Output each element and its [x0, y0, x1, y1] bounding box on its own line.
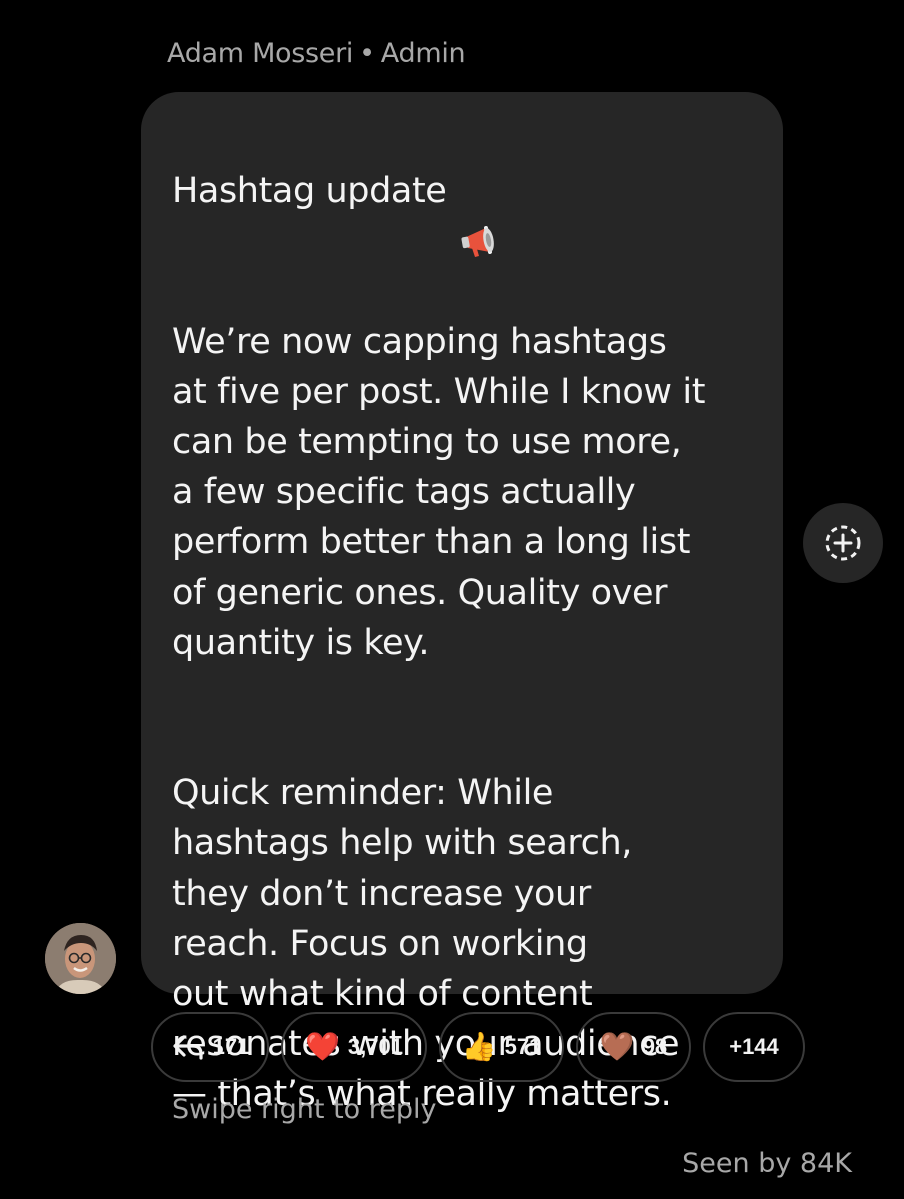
swipe-reply-hint: Swipe right to reply	[172, 1094, 437, 1125]
message-bubble[interactable]: Hashtag update We’re now capping hashtag…	[141, 92, 783, 1114]
sender-header: Adam Mosseri • Admin	[167, 38, 466, 69]
more-reactions-label: +144	[729, 1034, 779, 1059]
megaphone-icon	[460, 173, 504, 257]
sender-role: Admin	[380, 38, 466, 69]
seen-by-count[interactable]: Seen by 84K	[682, 1148, 852, 1179]
separator-dot: •	[359, 38, 375, 69]
brown-heart-reaction-pill[interactable]: 🤎 98	[576, 1012, 691, 1082]
message-paragraph-1: We’re now capping hashtags at five per p…	[172, 321, 706, 663]
thumbs-up-count: 571	[504, 1034, 542, 1059]
message-title-line: Hashtag update	[172, 166, 763, 257]
red-heart-icon: ❤️	[305, 1031, 340, 1062]
message-title: Hashtag update	[172, 171, 447, 212]
heart-reaction-pill[interactable]: ❤️ 3,701	[281, 1012, 427, 1082]
heart-count: 3,701	[347, 1034, 403, 1059]
reaction-bar: 171 ❤️ 3,701 👍 571 🤎 98 +144	[151, 1012, 805, 1082]
brown-heart-count: 98	[642, 1034, 668, 1059]
replies-pill[interactable]: 171	[151, 1012, 269, 1082]
brown-heart-icon: 🤎	[599, 1031, 635, 1062]
more-reactions-pill[interactable]: +144	[703, 1012, 805, 1082]
replies-count: 171	[212, 1034, 250, 1059]
add-reaction-icon	[825, 525, 861, 561]
reply-arrow-icon	[173, 1035, 203, 1060]
thumbs-up-reaction-pill[interactable]: 👍 571	[439, 1012, 564, 1082]
thumbs-up-icon: 👍	[461, 1031, 497, 1062]
sender-avatar[interactable]	[45, 923, 116, 994]
sender-name[interactable]: Adam Mosseri	[167, 38, 353, 69]
add-reaction-button[interactable]	[803, 503, 883, 583]
